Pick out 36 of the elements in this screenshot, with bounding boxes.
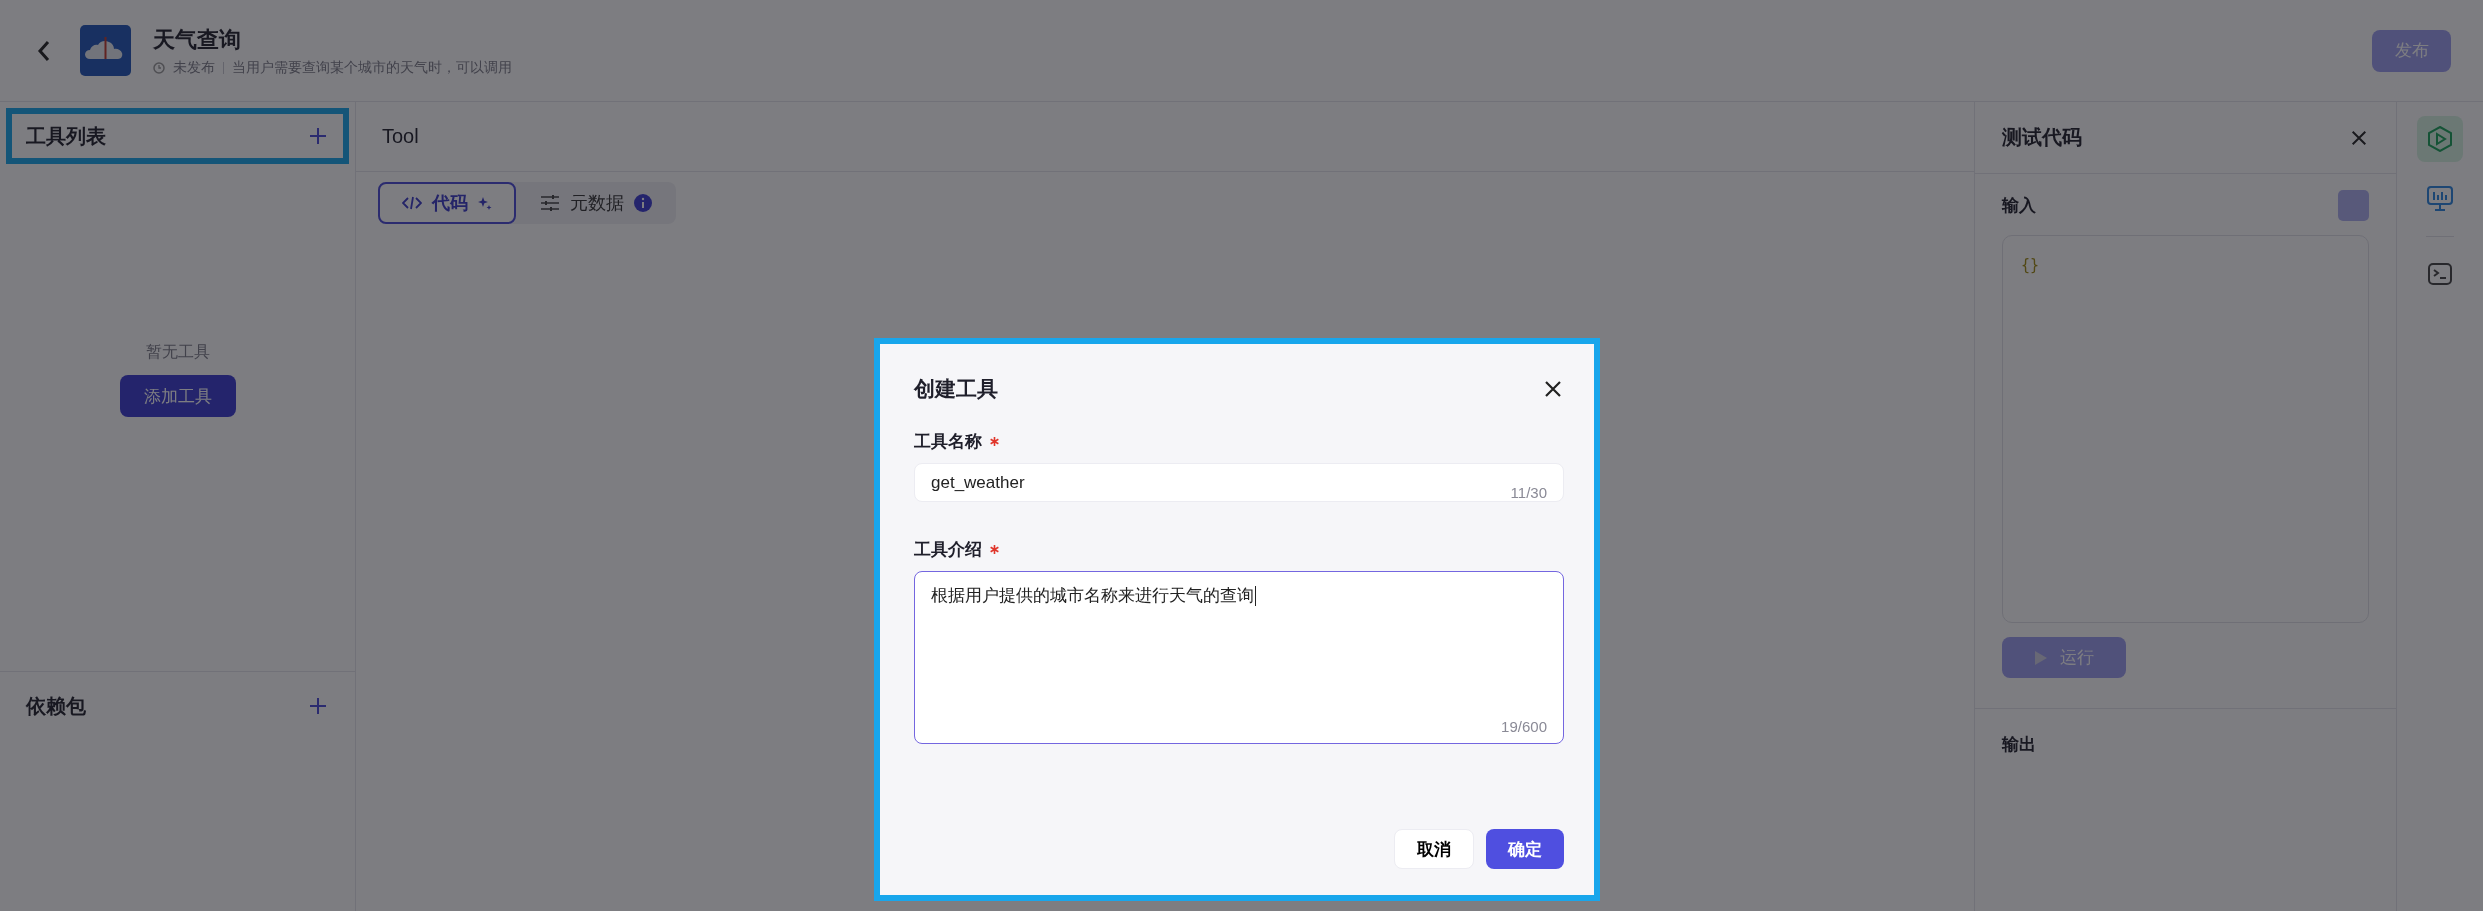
field-label: 工具介绍 — [914, 539, 982, 561]
panel-title: Tool — [382, 125, 419, 148]
add-icon[interactable] — [307, 695, 329, 717]
app-title: 天气查询 — [153, 25, 242, 54]
play-icon — [2034, 649, 2048, 666]
char-counter: 11/30 — [1510, 484, 1547, 501]
section-title: 工具列表 — [26, 123, 106, 149]
code-editor[interactable]: {} — [2002, 235, 2369, 623]
sparkle-icon — [478, 196, 492, 210]
status-text: 未发布 — [173, 58, 215, 77]
dialog-title: 创建工具 — [914, 376, 998, 402]
tab[interactable]: 代码 — [378, 182, 516, 224]
section-title: 依赖包 — [26, 693, 86, 719]
play-hexagon-icon — [2427, 126, 2453, 152]
field-label: 工具名称 — [914, 431, 982, 453]
description-field[interactable]: 根据用户提供的城市名称来进行天气的查询 19/600 — [914, 571, 1564, 744]
empty-text: 暂无工具 — [145, 342, 210, 362]
terminal-icon — [2428, 263, 2452, 285]
output-label: 输出 — [2002, 735, 2036, 754]
cancel-button[interactable]: 取消 — [1394, 829, 1474, 869]
tab[interactable]: 元数据 — [516, 182, 676, 224]
info-icon — [634, 194, 652, 212]
sliders-icon — [540, 194, 560, 212]
code-icon — [402, 195, 422, 211]
rail-button[interactable] — [2417, 116, 2463, 162]
name-field[interactable]: get_weather 11/30 — [914, 463, 1564, 502]
add-tool-button[interactable]: 添加工具 — [119, 375, 236, 417]
cloud-logo-icon — [80, 25, 131, 76]
panel-title: 测试代码 — [2002, 125, 2082, 150]
clock-icon — [153, 61, 165, 74]
app-description: 当用户需要查询某个城市的天气时，可以调用 — [232, 58, 512, 77]
monitor-icon — [2427, 186, 2453, 212]
add-icon[interactable] — [307, 125, 329, 147]
input-label: 输入 — [2002, 195, 2036, 217]
char-counter: 19/600 — [1501, 718, 1547, 735]
confirm-button[interactable]: 确定 — [1486, 829, 1564, 869]
